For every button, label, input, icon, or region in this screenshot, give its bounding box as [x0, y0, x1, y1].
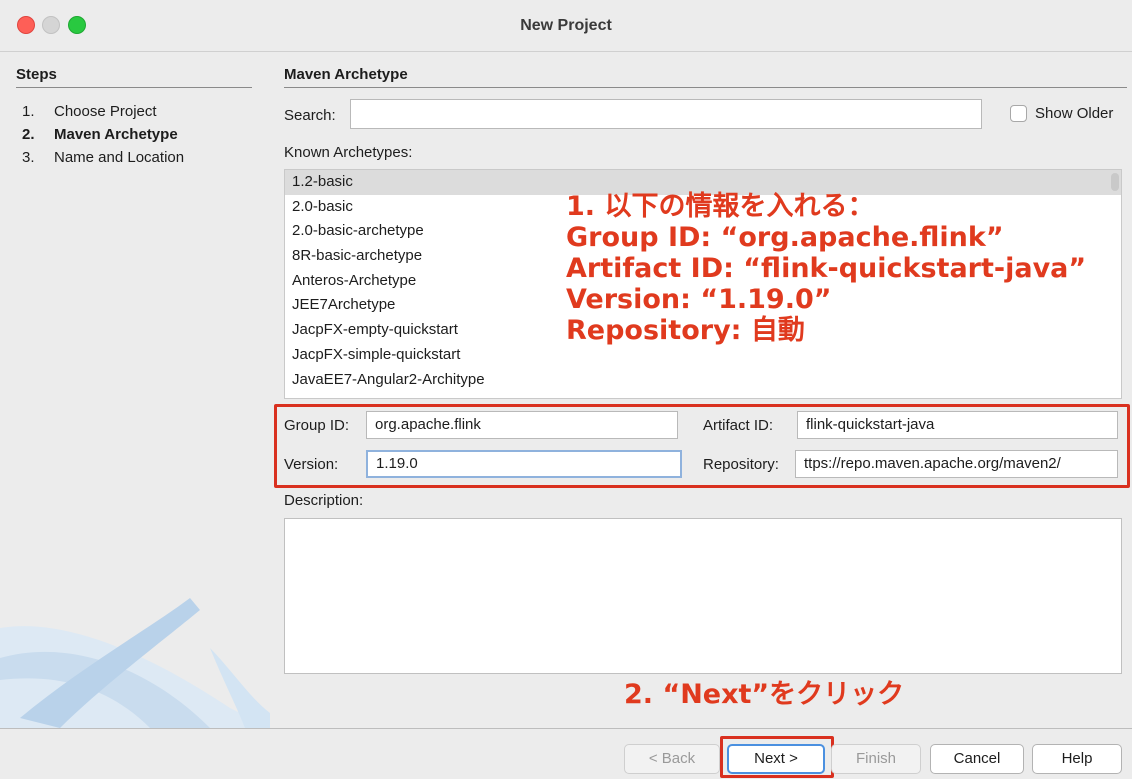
step-choose-project: 1. Choose Project — [22, 103, 157, 120]
steps-panel: Steps 1. Choose Project 2. Maven Archetype… — [0, 52, 270, 728]
step-maven-archetype: 2. Maven Archetype — [22, 126, 178, 143]
back-button[interactable]: < Back — [624, 744, 720, 774]
description-textarea[interactable] — [284, 518, 1122, 674]
show-older-checkbox[interactable]: Show Older — [1010, 105, 1113, 122]
section-header: Maven Archetype — [284, 66, 1127, 88]
search-label: Search: — [284, 107, 336, 124]
netbeans-swoosh-graphic — [0, 598, 270, 728]
version-label: Version: — [284, 456, 339, 473]
main-panel: Maven Archetype Search: Show Older Known… — [270, 52, 1132, 728]
cancel-button[interactable]: Cancel — [930, 744, 1024, 774]
group-id-field[interactable]: org.apache.flink — [366, 411, 678, 439]
known-archetypes-label: Known Archetypes: — [284, 144, 413, 161]
list-item[interactable]: JacpFX-simple-quickstart — [285, 343, 1121, 368]
annotation-line: Repository: 自動 — [566, 315, 805, 346]
annotation-line: Version: “1.19.0” — [566, 284, 832, 315]
annotation-line: Group ID: “org.apache.flink” — [566, 222, 1004, 253]
annotation-line: Artifact ID: “flink-quickstart-java” — [566, 253, 1087, 284]
window-title: New Project — [520, 17, 612, 34]
checkbox-icon[interactable] — [1010, 105, 1027, 122]
finish-button[interactable]: Finish — [831, 744, 921, 774]
button-bar: < Back Next > Finish Cancel Help — [0, 728, 1132, 779]
steps-header: Steps — [16, 66, 252, 88]
annotation-line: 1. 以下の情報を入れる： — [566, 191, 875, 222]
artifact-id-field[interactable]: flink-quickstart-java — [797, 411, 1118, 439]
artifact-id-label: Artifact ID: — [703, 417, 774, 434]
new-project-dialog: New Project Steps 1. Choose Project 2. Mav… — [0, 0, 1132, 779]
repository-field[interactable]: ttps://repo.maven.apache.org/maven2/ — [795, 450, 1118, 478]
description-label: Description: — [284, 492, 364, 509]
step-name-and-location: 3. Name and Location — [22, 149, 185, 166]
list-scrollbar[interactable] — [1111, 173, 1119, 191]
instruction-annotation: 1. 以下の情報を入れる： Group ID: “org.apache.flin… — [566, 191, 1086, 346]
help-button[interactable]: Help — [1032, 744, 1122, 774]
search-input[interactable] — [350, 99, 982, 129]
next-hint-annotation: 2. “Next”をクリック — [624, 679, 905, 710]
steps-list: 1. Choose Project 2. Maven Archetype 3. Nam… — [22, 100, 184, 169]
repository-label: Repository: — [703, 456, 779, 473]
title-bar: New Project — [0, 0, 1132, 52]
version-field[interactable]: 1.19.0 — [366, 450, 682, 478]
show-older-label: Show Older — [1035, 105, 1114, 122]
next-button[interactable]: Next > — [727, 744, 825, 774]
list-item[interactable]: JavaEE7-Angular2-Architype — [285, 368, 1121, 393]
group-id-label: Group ID: — [284, 417, 350, 434]
